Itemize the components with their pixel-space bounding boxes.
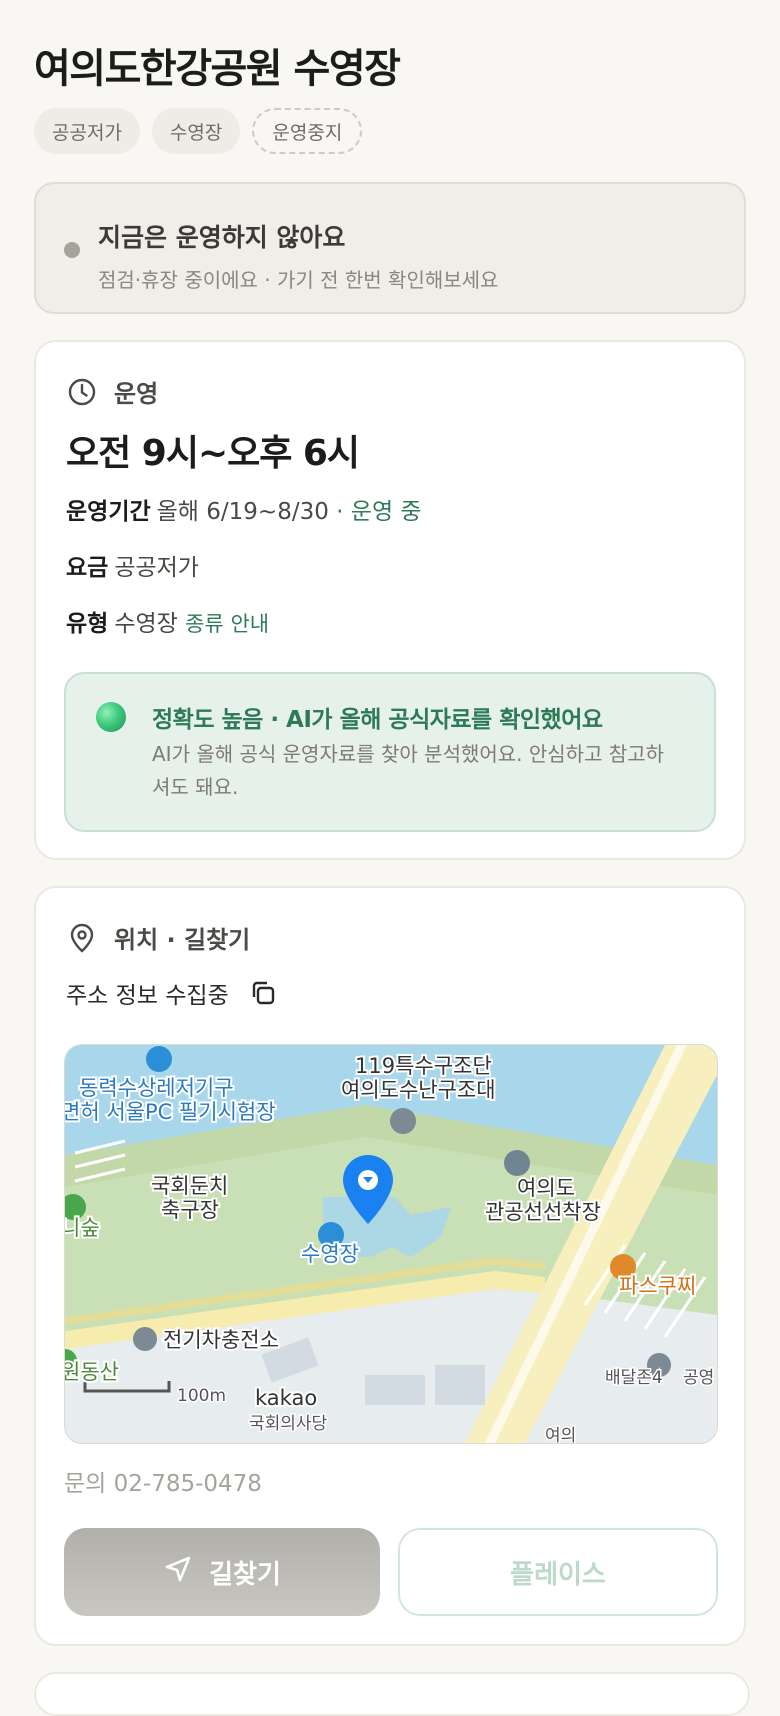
map-label-road: 여의 xyxy=(545,1426,576,1443)
address-text: 주소 정보 수집중 xyxy=(66,983,229,1009)
type-row: 유형 수영장 종류 안내 xyxy=(66,604,269,638)
map-label-field-2: 축구장 xyxy=(161,1198,219,1222)
location-map[interactable]: 동력수상레저기구 면허 서울PC 필기시험장 수영장 119특수구조단 여의도수… xyxy=(64,1044,718,1444)
ai-accuracy-text: AI가 올해 공식 운영자료를 찾아 분석했어요. 안심하고 참고하셔도 돼요. xyxy=(152,742,665,799)
next-card xyxy=(34,1672,750,1716)
chip-status[interactable]: 운영중지 xyxy=(252,108,363,154)
map-scale-label: 100m xyxy=(177,1386,226,1406)
operation-label: 운영 xyxy=(114,380,159,408)
clock-icon xyxy=(66,376,98,408)
status-title: 지금은 운영하지 않아요 xyxy=(98,223,346,252)
chip-price[interactable]: 공공저가 xyxy=(34,108,140,154)
directions-label: 길찾기 xyxy=(209,1559,281,1590)
navigation-arrow-icon xyxy=(163,1554,193,1591)
fee-value: 공공저가 xyxy=(114,555,199,581)
type-label: 유형 xyxy=(66,611,109,637)
map-label-public: 공영 xyxy=(683,1368,714,1388)
map-label-kakao: kakao xyxy=(255,1386,317,1410)
type-guide-link[interactable]: 종류 안내 xyxy=(185,612,269,636)
map-label-forest: 니숲 xyxy=(65,1216,100,1240)
location-header: 위치 · 길찾기 xyxy=(66,920,250,955)
map-label-assembly: 국회의사당 xyxy=(249,1414,328,1434)
map-label-dock-1: 여의도 xyxy=(517,1176,575,1200)
map-label-leisure: 동력수상레저기구 xyxy=(79,1076,234,1100)
location-card: 위치 · 길찾기 주소 정보 수집중 동력수상레저기구 면허 서울PC 필기시험… xyxy=(34,886,746,1646)
location-pin-icon xyxy=(66,922,98,954)
period-value: 올해 6/19~8/30 xyxy=(156,499,329,525)
map-label-pool: 수영장 xyxy=(301,1242,359,1266)
map-label-dock-2: 관공선선착장 xyxy=(485,1200,601,1224)
copy-icon[interactable] xyxy=(247,977,279,1009)
map-label-rescue-team: 여의도수난구조대 xyxy=(341,1078,496,1102)
period-label: 운영기간 xyxy=(66,499,151,525)
period-row: 운영기간 올해 6/19~8/30 · 운영 중 xyxy=(66,492,422,526)
phone-inquiry[interactable]: 문의 02-785-0478 xyxy=(64,1464,262,1498)
fee-row: 요금 공공저가 xyxy=(66,548,199,582)
map-label-rescue-unit: 119특수구조단 xyxy=(355,1054,492,1078)
type-value: 수영장 xyxy=(114,611,178,637)
period-status: · 운영 중 xyxy=(336,499,422,525)
closed-status-banner: 지금은 운영하지 않아요 점검·휴장 중이에요 · 가기 전 한번 확인해보세요 xyxy=(34,182,746,314)
map-label-field-1: 국회둔치 xyxy=(151,1174,228,1198)
status-dot-icon xyxy=(64,242,80,258)
ai-accuracy-title: 정확도 높음 · AI가 올해 공식자료를 확인했어요 xyxy=(152,707,603,733)
map-label-ev-station: 전기차충전소 xyxy=(163,1328,279,1352)
ai-accuracy-box: 정확도 높음 · AI가 올해 공식자료를 확인했어요 AI가 올해 공식 운영… xyxy=(64,672,716,832)
status-subtitle: 점검·휴장 중이에요 · 가기 전 한번 확인해보세요 xyxy=(98,268,499,292)
operation-card: 운영 오전 9시~오후 6시 운영기간 올해 6/19~8/30 · 운영 중 요… xyxy=(34,340,746,860)
operating-hours: 오전 9시~오후 6시 xyxy=(66,433,360,474)
map-label-test-center: 면허 서울PC 필기시험장 xyxy=(65,1100,276,1124)
operation-header: 운영 xyxy=(66,374,158,409)
map-label-hill: 원동산 xyxy=(65,1360,119,1384)
page-title: 여의도한강공원 수영장 xyxy=(34,46,401,92)
fee-label: 요금 xyxy=(66,555,109,581)
map-label-shop: 배달존4 xyxy=(605,1368,663,1388)
tag-chips: 공공저가 수영장 운영중지 xyxy=(34,108,363,154)
address-row: 주소 정보 수집중 xyxy=(66,976,279,1010)
directions-button[interactable]: 길찾기 xyxy=(64,1528,380,1616)
place-button[interactable]: 플레이스 xyxy=(398,1528,718,1616)
chip-category[interactable]: 수영장 xyxy=(151,108,241,154)
ai-orb-icon xyxy=(96,702,126,732)
location-label: 위치 · 길찾기 xyxy=(114,926,251,954)
map-label-cafe: 파스쿠찌 xyxy=(619,1274,696,1298)
